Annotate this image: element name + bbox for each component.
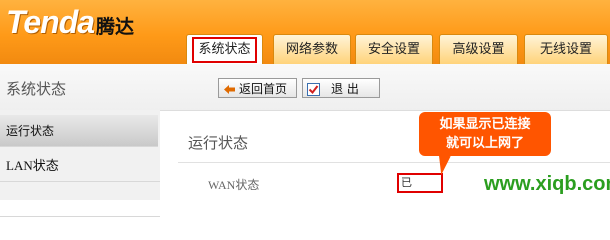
sidebar-title: 系统状态 bbox=[6, 80, 67, 98]
callout-line-2: 就可以上网了 bbox=[445, 136, 524, 151]
watermark: www.xiqb.com bbox=[484, 173, 610, 195]
sidebar-item-partial[interactable] bbox=[0, 185, 160, 217]
tab-network-params[interactable]: 网络参数 bbox=[273, 34, 351, 64]
tenda-logo: Tenda 腾达 bbox=[6, 4, 134, 41]
sidebar-item-running-status[interactable]: 运行状态 bbox=[0, 115, 158, 147]
tab-wireless-settings[interactable]: 无线设置 bbox=[524, 34, 608, 64]
wan-status-value-highlight: 已 bbox=[397, 173, 443, 193]
wan-status-label: WAN状态 bbox=[208, 178, 260, 192]
callout-line-1: 如果显示已连接 bbox=[439, 117, 531, 132]
tab-label-highlight: 系统状态 bbox=[192, 37, 257, 63]
checkbox-exit-icon bbox=[307, 82, 320, 96]
exit-button[interactable]: 退 出 bbox=[302, 78, 380, 98]
home-arrow-icon bbox=[223, 82, 236, 95]
home-button[interactable]: 返回首页 bbox=[218, 78, 297, 98]
annotation-callout: 如果显示已连接 就可以上网了 bbox=[419, 112, 551, 156]
tab-security-settings[interactable]: 安全设置 bbox=[355, 34, 433, 64]
exit-button-label: 退 出 bbox=[331, 82, 359, 96]
brand-name: Tenda bbox=[6, 4, 95, 40]
tab-advanced-settings[interactable]: 高级设置 bbox=[439, 34, 518, 64]
tab-system-status[interactable]: 系统状态 bbox=[186, 34, 263, 64]
divider bbox=[178, 162, 610, 163]
brand-name-cn: 腾达 bbox=[96, 16, 135, 38]
home-button-label: 返回首页 bbox=[239, 82, 288, 96]
page-title: 运行状态 bbox=[188, 134, 249, 152]
sidebar-item-lan-status[interactable]: LAN状态 bbox=[0, 150, 160, 182]
